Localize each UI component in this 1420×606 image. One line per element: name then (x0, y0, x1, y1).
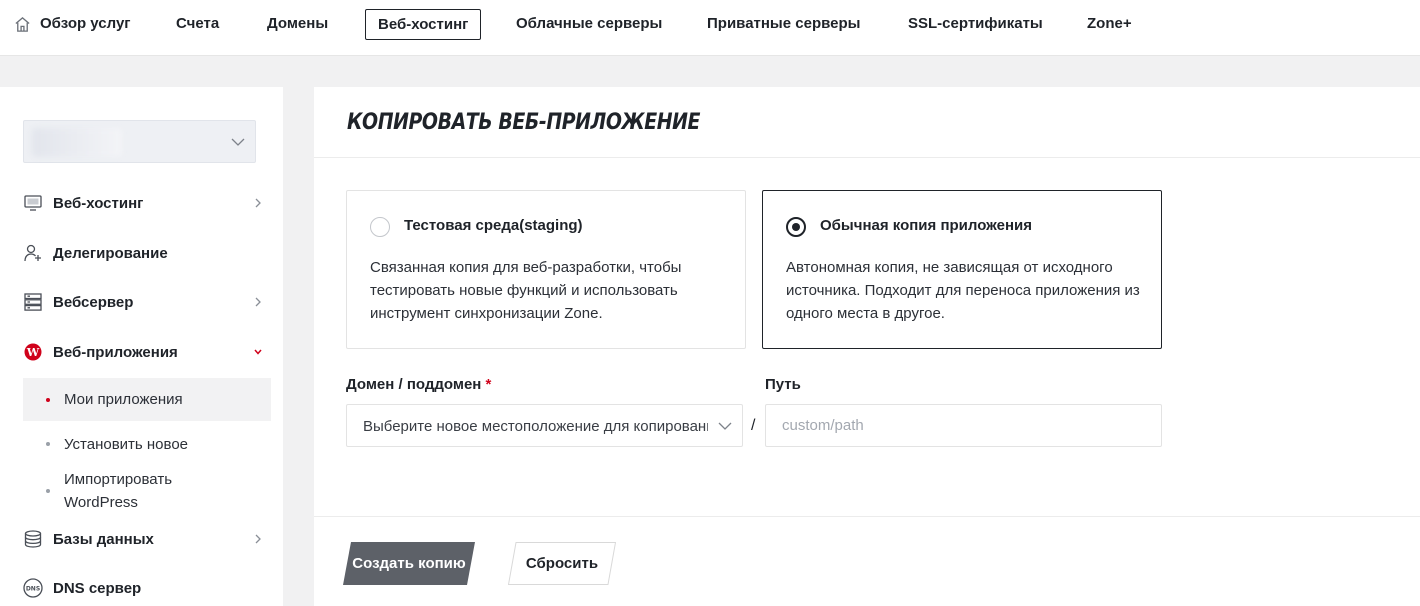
wordpress-icon: W (23, 342, 43, 362)
option-regular-copy[interactable]: Обычная копия приложения Автономная копи… (762, 190, 1162, 349)
sidebar-subitem-install-new[interactable]: Установить новое (23, 432, 271, 456)
sidebar-item-dns-server[interactable]: DNS DNS сервер (23, 576, 263, 600)
sidebar: Веб-хостинг Делегирование Вебсервер W Ве… (0, 87, 283, 606)
sidebar-subitem-my-apps[interactable]: Мои приложения (23, 378, 271, 421)
main-panel: КОПИРОВАТЬ ВЕБ-ПРИЛОЖЕНИЕ Тестовая среда… (314, 87, 1420, 606)
option-title: Обычная копия приложения (820, 217, 1032, 234)
sidebar-item-label: DNS сервер (53, 579, 142, 597)
reset-button-label: Сбросить (525, 555, 599, 572)
path-label: Путь (765, 376, 801, 393)
user-plus-icon (23, 243, 43, 263)
sidebar-item-delegation[interactable]: Делегирование (23, 241, 263, 265)
path-input[interactable] (765, 404, 1162, 447)
page-title: КОПИРОВАТЬ ВЕБ-ПРИЛОЖЕНИЕ (347, 110, 701, 135)
option-title: Тестовая среда(staging) (404, 217, 583, 234)
svg-text:W: W (26, 346, 40, 359)
nav-zone-plus[interactable]: Zone+ (1087, 9, 1132, 40)
nav-ssl-certificates[interactable]: SSL-сертификаты (908, 9, 1043, 40)
sidebar-item-web-applications[interactable]: W Веб-приложения (23, 340, 263, 364)
sidebar-item-label: Базы данных (53, 530, 154, 548)
sidebar-item-databases[interactable]: Базы данных (23, 527, 263, 551)
nav-cloud-servers[interactable]: Облачные серверы (516, 9, 662, 40)
bullet (46, 442, 50, 446)
account-name-redacted (32, 128, 122, 157)
sidebar-item-label: Делегирование (53, 244, 168, 262)
radio-regular-copy[interactable] (786, 217, 806, 237)
account-select[interactable] (23, 120, 256, 163)
sidebar-subitem-label: Установить новое (64, 435, 189, 453)
divider (314, 157, 1420, 158)
required-mark: * (485, 376, 492, 393)
option-staging[interactable]: Тестовая среда(staging) Связанная копия … (346, 190, 746, 349)
radio-staging[interactable] (370, 217, 390, 237)
sidebar-item-label: Веб-хостинг (53, 194, 144, 212)
create-copy-button[interactable]: Создать копию (343, 542, 475, 585)
nav-domains[interactable]: Домены (267, 9, 328, 40)
sidebar-subitem-label: Мои приложения (64, 391, 183, 408)
domain-label-text: Домен / поддомен (346, 376, 482, 393)
option-description: Связанная копия для веб-разработки, чтоб… (370, 259, 682, 322)
monitor-icon (23, 193, 43, 213)
chevron-right-icon (255, 198, 261, 208)
top-navigation: Обзор услуг Счета Домены Веб-хостинг Обл… (0, 0, 1420, 56)
server-icon (23, 292, 43, 312)
sidebar-subitem-import-wordpress[interactable]: Импортировать WordPress (23, 467, 271, 515)
nav-private-servers[interactable]: Приватные серверы (707, 9, 860, 40)
chevron-down-icon (231, 138, 245, 146)
chevron-right-icon (255, 297, 261, 307)
domain-select[interactable]: Выберите новое местоположение для копиро… (346, 404, 743, 447)
chevron-down-icon (718, 422, 732, 430)
svg-text:DNS: DNS (26, 586, 40, 593)
domain-select-placeholder: Выберите новое местоположение для копиро… (363, 418, 708, 435)
reset-button[interactable]: Сбросить (508, 542, 616, 585)
sidebar-item-webserver[interactable]: Вебсервер (23, 290, 263, 314)
divider (314, 516, 1420, 517)
bullet (46, 489, 50, 493)
chevron-right-icon (255, 534, 261, 544)
sidebar-item-label: Вебсервер (53, 293, 134, 311)
option-description: Автономная копия, не зависящая от исходн… (786, 259, 1140, 322)
database-icon (23, 529, 43, 549)
path-separator: / (751, 417, 756, 434)
domain-label: Домен / поддомен * (346, 376, 491, 393)
sidebar-item-web-hosting[interactable]: Веб-хостинг (23, 191, 263, 215)
bullet (46, 397, 50, 402)
home-icon[interactable] (14, 16, 31, 33)
nav-services-overview[interactable]: Обзор услуг (40, 9, 131, 40)
sidebar-item-label: Веб-приложения (53, 343, 178, 361)
chevron-down-icon (254, 349, 262, 355)
nav-invoices[interactable]: Счета (176, 9, 219, 40)
nav-web-hosting[interactable]: Веб-хостинг (365, 9, 482, 40)
dns-icon: DNS (23, 578, 43, 598)
sidebar-subitem-label: Импортировать WordPress (64, 471, 173, 511)
